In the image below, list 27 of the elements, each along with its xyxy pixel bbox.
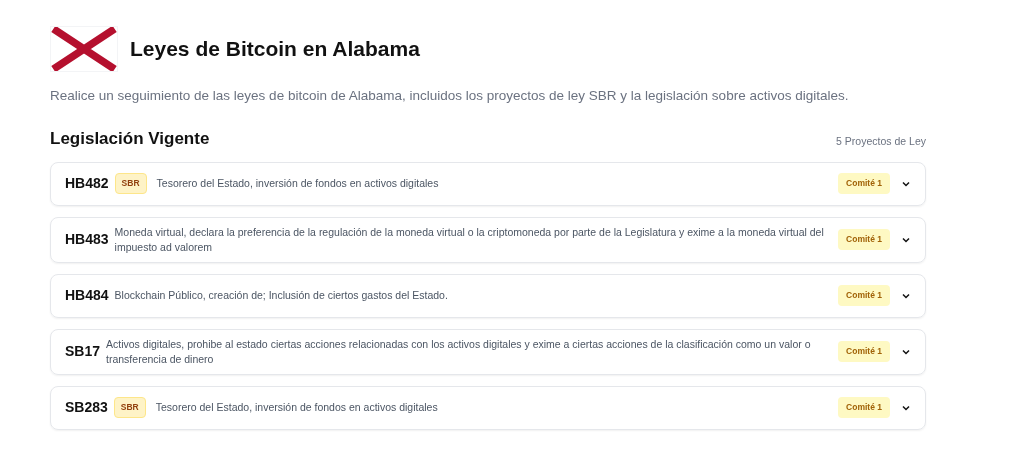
status-badge: Comité 1: [838, 341, 890, 363]
bill-card[interactable]: HB483 Moneda virtual, declara la preferencia de la regulación de la moneda virtual o la criptomoneda por parte de la Legislatura y exime a la moneda virtual del impuesto ad valorem Comité 1: [50, 216, 926, 263]
sbr-tag: SBR: [114, 173, 147, 195]
bill-card[interactable]: SB283 SBR Tesorero del Estado, inversión de fondos en activos digitales Comité 1: [50, 385, 926, 430]
bill-id: HB484: [65, 286, 109, 306]
bill-id: HB483: [65, 230, 109, 250]
bill-id: SB283: [65, 398, 108, 418]
bill-description: Tesorero del Estado, inversión de fondos en activos digitales: [156, 176, 440, 192]
bill-description: Activos digitales, prohibe al estado ciertas acciones relacionadas con los activos digitales y exime a ciertas acciones de la clasificación como un valor o transferencia de dinero: [106, 336, 812, 367]
bill-id: SB17: [65, 342, 101, 362]
bill-description: Tesorero del Estado, inversión de fondos en activos digitales: [155, 400, 439, 416]
page-subtitle: Realice un seguimiento de las leyes de bitcoin de Alabama, incluidos los proyectos de ley SBR y la legislación sobre activos digitales.: [50, 87, 850, 105]
status-badge: Comité 1: [838, 285, 890, 307]
bill-count: 5 Proyectos de Ley: [836, 134, 926, 149]
status-badge: Comité 1: [838, 229, 890, 251]
status-badge: Comité 1: [838, 397, 890, 419]
bill-card[interactable]: HB482 SBR Tesorero del Estado, inversión de fondos en activos digitales Comité 1: [50, 161, 926, 206]
bill-card[interactable]: SB17 Activos digitales, prohibe al estado ciertas acciones relacionadas con los activos digitales y exime a ciertas acciones de la clasificación como un valor o transferencia de dinero Comité 1: [50, 328, 926, 375]
flag-icon: [50, 26, 118, 72]
bill-description: Blockchain Público, creación de; Inclusión de ciertos gastos del Estado.: [114, 288, 449, 304]
sbr-tag: SBR: [113, 397, 146, 419]
page-title: Leyes de Bitcoin en Alabama: [130, 36, 420, 63]
status-badge: Comité 1: [838, 173, 890, 195]
bill-description: Moneda virtual, declara la preferencia de la regulación de la moneda virtual o la criptomoneda por parte de la Legislatura y exime a la moneda virtual del impuesto ad valorem: [114, 224, 825, 255]
bill-card[interactable]: HB484 Blockchain Público, creación de; Inclusión de ciertos gastos del Estado. Comité 1: [50, 273, 926, 318]
bill-id: HB482: [65, 174, 109, 194]
section-title: Legislación Vigente: [50, 128, 210, 151]
